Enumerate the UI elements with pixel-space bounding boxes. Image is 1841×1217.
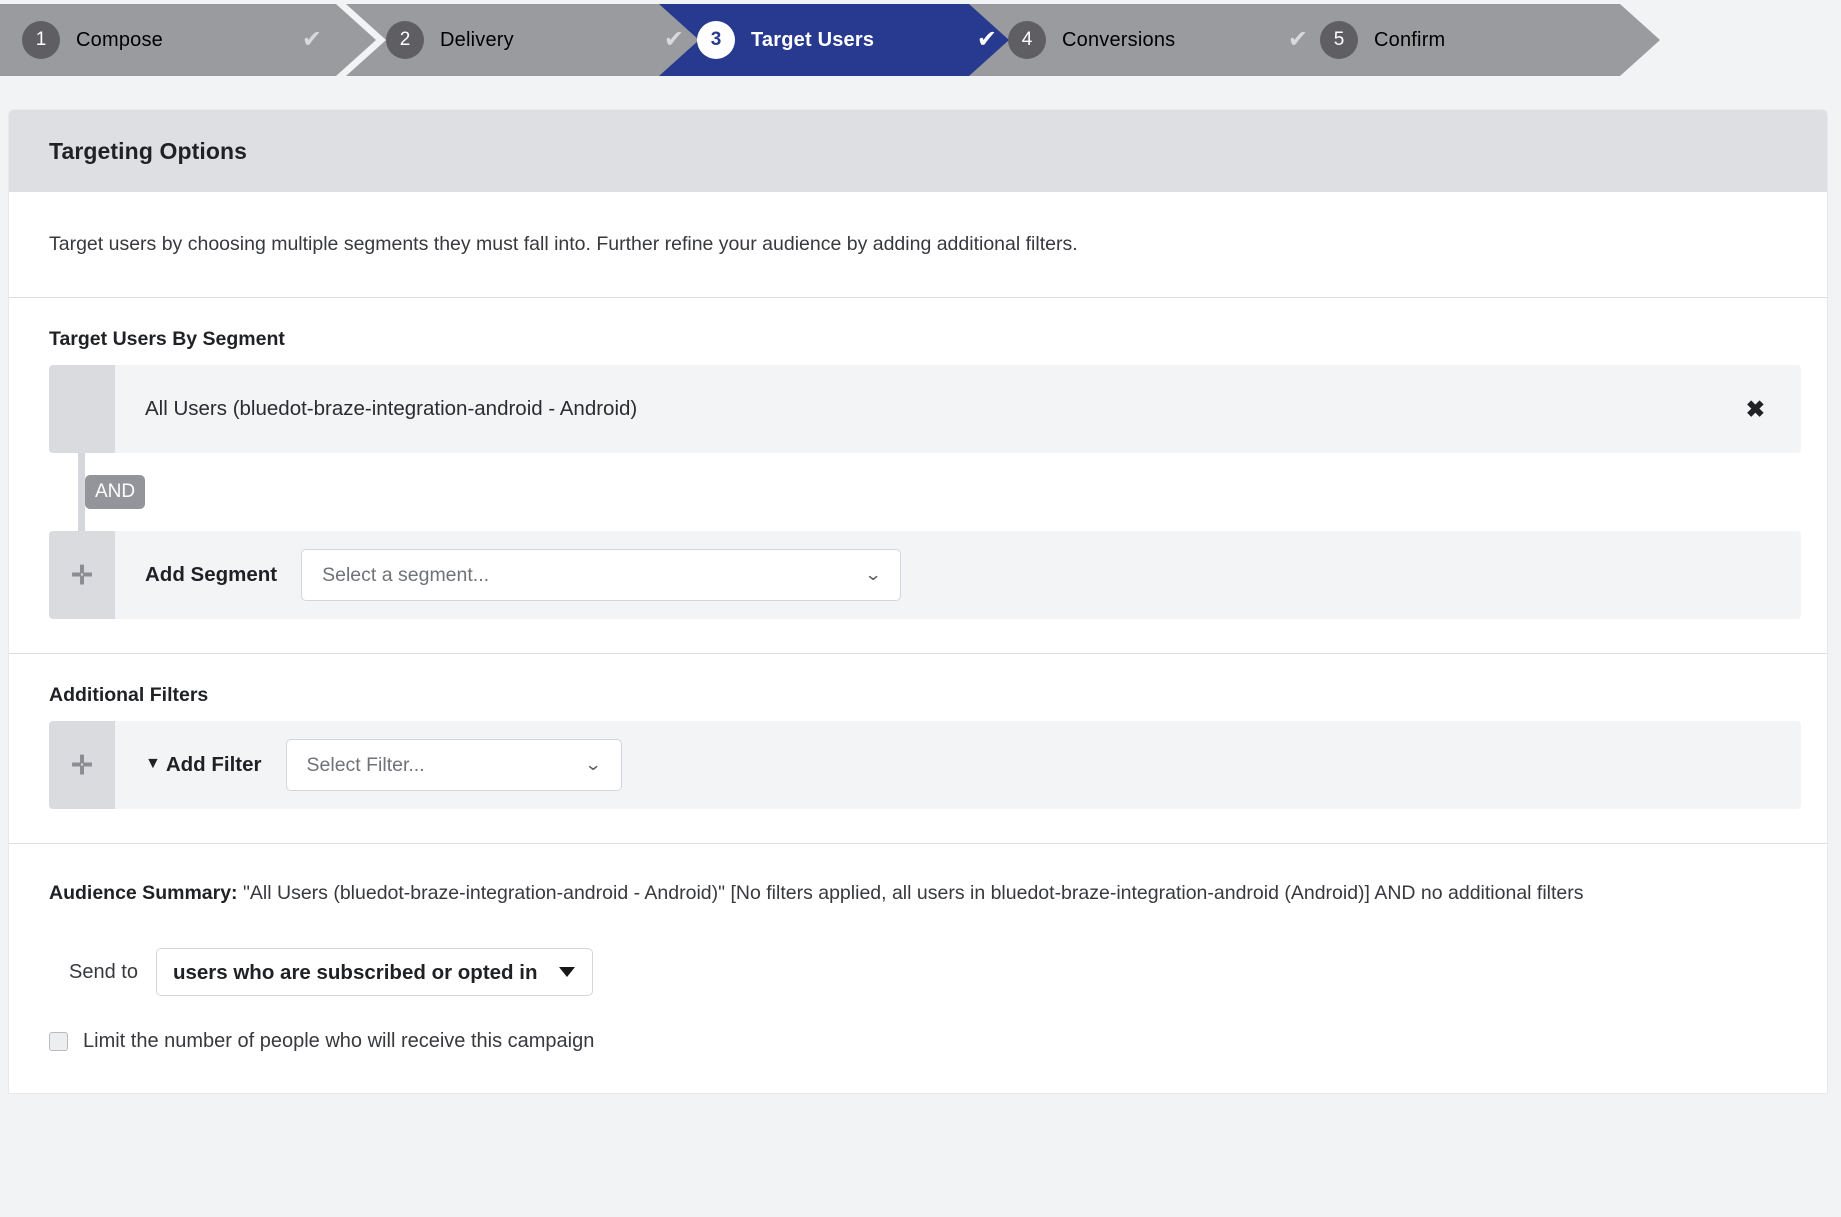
add-segment-body: Add Segment Select a segment... ⌄: [115, 531, 1801, 619]
page-title: Targeting Options: [49, 137, 248, 164]
send-to-select[interactable]: users who are subscribed or opted in: [155, 948, 593, 997]
limit-recipients-label: Limit the number of people who will rece…: [83, 1030, 595, 1053]
step-number-1: 1: [22, 21, 60, 59]
chevron-down-icon: ⌄: [864, 565, 882, 585]
segment-section-heading: Target Users By Segment: [49, 328, 285, 351]
limit-recipients-checkbox[interactable]: [49, 1032, 68, 1052]
segment-row-selected[interactable]: All Users (bluedot-braze-integration-and…: [49, 365, 1801, 454]
step-number-5: 5: [1320, 21, 1358, 59]
wizard-step-delivery[interactable]: 2 Delivery ✔: [386, 0, 684, 80]
send-to-row: Send to users who are subscribed or opte…: [49, 948, 1787, 997]
step-label-compose: Compose: [76, 28, 163, 51]
wizard-step-confirm[interactable]: 5 Confirm: [1320, 0, 1620, 80]
step-label-confirm: Confirm: [1374, 28, 1446, 51]
targeting-options-panel: Targeting Options Target users by choosi…: [9, 110, 1827, 1094]
filter-select[interactable]: Select Filter... ⌄: [285, 739, 622, 792]
step-number-2: 2: [386, 21, 424, 59]
step-label-conversions: Conversions: [1062, 28, 1176, 51]
step-check-icon-delivery: ✔: [663, 26, 684, 53]
send-to-label: Send to: [69, 960, 138, 983]
add-filter-body: ▼ Add Filter Select Filter... ⌄: [115, 721, 1801, 809]
filters-section: Additional Filters ✛ ▼ Add Filter Select…: [9, 654, 1827, 845]
segment-section: Target Users By Segment All Users (blued…: [9, 298, 1827, 655]
step-number-4: 4: [1008, 21, 1046, 59]
step-label-target-users: Target Users: [751, 28, 875, 51]
step-check-icon-conversions: ✔: [1287, 26, 1308, 53]
intro-section: Target users by choosing multiple segmen…: [9, 192, 1827, 299]
intro-text: Target users by choosing multiple segmen…: [49, 233, 1078, 255]
audience-summary-label: Audience Summary:: [49, 882, 238, 905]
segment-builder: All Users (bluedot-braze-integration-and…: [49, 365, 1801, 653]
segment-row-handle[interactable]: [49, 365, 115, 454]
audience-summary-text: Audience Summary: "All Users (bluedot-br…: [49, 878, 1787, 908]
panel-header: Targeting Options: [9, 110, 1827, 192]
add-segment-label: Add Segment: [145, 563, 278, 587]
audience-summary-section: Audience Summary: "All Users (bluedot-br…: [9, 844, 1827, 1093]
step-label-delivery: Delivery: [440, 28, 514, 51]
chevron-down-icon: ⌄: [584, 755, 603, 775]
wizard-step-bar: 1 Compose ✔ 2 Delivery ✔ 3 Target Users …: [0, 0, 1841, 80]
remove-segment-icon[interactable]: ✖: [1746, 396, 1771, 423]
filters-section-heading: Additional Filters: [49, 684, 209, 707]
add-filter-plus-icon[interactable]: ✛: [49, 721, 115, 810]
send-to-select-shell: users who are subscribed or opted in: [155, 948, 593, 997]
add-segment-row[interactable]: ✛ Add Segment Select a segment... ⌄: [49, 531, 1801, 620]
add-segment-plus-icon[interactable]: ✛: [49, 531, 115, 620]
add-filter-row[interactable]: ✛ ▼ Add Filter Select Filter... ⌄: [49, 721, 1801, 810]
segment-select-placeholder: Select a segment...: [322, 563, 490, 586]
wizard-step-target-users[interactable]: 3 Target Users ✔: [697, 0, 997, 80]
segment-name-label: All Users (bluedot-braze-integration-and…: [145, 397, 638, 421]
and-operator-badge[interactable]: AND: [85, 475, 145, 510]
wizard-step-compose[interactable]: 1 Compose ✔: [22, 0, 322, 80]
step-check-icon-compose: ✔: [301, 26, 322, 53]
filter-select-placeholder: Select Filter...: [306, 753, 425, 776]
funnel-icon: ▼: [145, 755, 161, 773]
add-filter-label: ▼ Add Filter: [145, 753, 262, 777]
wizard-step-conversions[interactable]: 4 Conversions ✔: [1008, 0, 1308, 80]
step-check-icon-target-users: ✔: [976, 26, 997, 53]
step-number-3: 3: [697, 21, 735, 59]
segment-row-body: All Users (bluedot-braze-integration-and…: [115, 365, 1801, 453]
filter-builder: ✛ ▼ Add Filter Select Filter... ⌄: [49, 721, 1801, 843]
audience-summary-body: "All Users (bluedot-braze-integration-an…: [237, 882, 1584, 905]
segment-select[interactable]: Select a segment... ⌄: [301, 549, 902, 602]
add-filter-text: Add Filter: [165, 753, 262, 777]
limit-recipients-row[interactable]: Limit the number of people who will rece…: [49, 1030, 1787, 1093]
